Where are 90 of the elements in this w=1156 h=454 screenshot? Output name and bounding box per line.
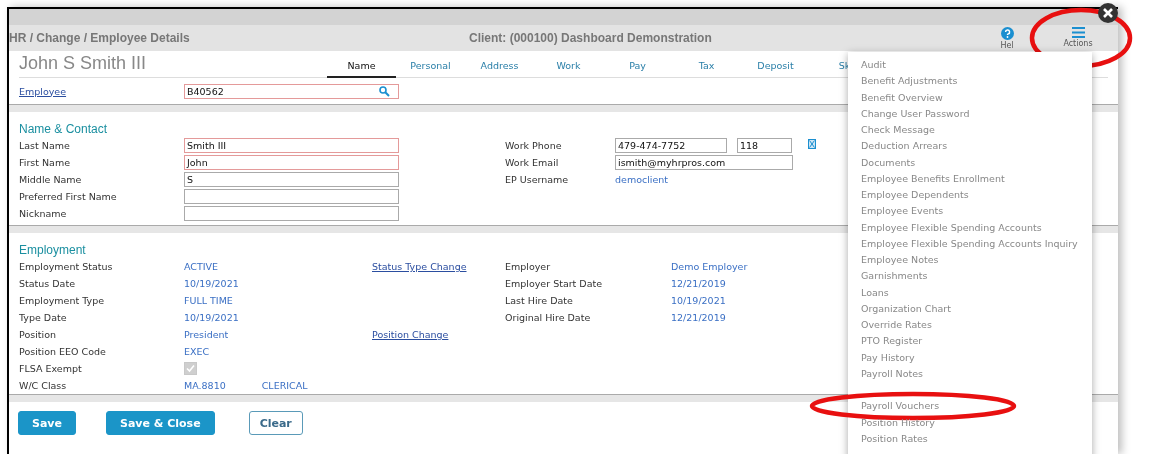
field-value: ACTIVE — [184, 261, 219, 272]
field-label: First Name — [19, 157, 71, 168]
change-link[interactable]: Position Change — [372, 329, 449, 340]
menu-item[interactable]: Pay History — [848, 349, 915, 366]
field-value: 12/21/2019 — [671, 312, 726, 323]
field-value: Demo Employer — [671, 261, 748, 272]
input-field[interactable]: ismith@myhrpros.com — [615, 155, 793, 170]
input-field[interactable] — [184, 189, 399, 204]
field-value: 10/19/2021 — [184, 312, 239, 323]
tab[interactable]: Address — [465, 60, 534, 78]
menu-item[interactable]: Employee Benefits Enrollment — [848, 170, 1005, 187]
field-label: Type Date — [19, 312, 67, 323]
help-button[interactable]: Hel — [987, 27, 1027, 50]
menu-item[interactable]: Employee Flexible Spending Accounts — [848, 219, 1042, 236]
action-button[interactable]: Save — [18, 411, 76, 435]
field-value: 10/19/2021 — [671, 295, 726, 306]
field-label: EP Username — [505, 174, 569, 185]
action-button[interactable]: Save & Close — [106, 411, 215, 435]
menu-item[interactable]: PTO Register — [848, 333, 923, 350]
field-label: Employer — [505, 261, 551, 272]
x-box-icon[interactable] — [808, 138, 816, 149]
menu-item[interactable]: Check Message — [848, 122, 935, 139]
help-icon — [1000, 27, 1014, 40]
field-label: Middle Name — [19, 174, 82, 185]
field-value: democlient — [615, 174, 669, 185]
menu-item[interactable]: Documents — [848, 154, 916, 171]
field-label: Work Email — [505, 157, 559, 168]
employee-search-field[interactable]: B40562 — [184, 83, 399, 99]
section-title: Name & Contact — [19, 122, 108, 137]
breadcrumb: HR / Change / Employee Details — [9, 31, 191, 45]
menu-item[interactable]: Employee Dependents — [848, 187, 969, 204]
menu-item[interactable]: Deduction Arrears — [848, 138, 948, 155]
field-value: FULL TIME — [184, 295, 233, 306]
employee-name: John S Smith III — [19, 53, 148, 75]
field-value: 12/21/2019 — [671, 278, 726, 289]
tab[interactable]: Name — [327, 60, 396, 78]
menu-item[interactable]: Employee Events — [848, 203, 944, 220]
field-label: Original Hire Date — [505, 312, 591, 323]
field-label: Preferred First Name — [19, 191, 117, 202]
menu-icon — [1071, 27, 1085, 38]
tab[interactable]: Personal — [396, 60, 465, 78]
menu-item[interactable]: Benefit Overview — [848, 89, 943, 106]
menu-item[interactable]: Audit — [848, 57, 886, 74]
menu-item[interactable]: Garnishments — [848, 268, 928, 285]
field-value: EXEC — [184, 346, 210, 357]
field-value: 10/19/2021 — [184, 278, 239, 289]
search-icon — [379, 85, 390, 97]
field-label: Last Hire Date — [505, 295, 573, 306]
section-title: Employment — [19, 243, 86, 258]
phone-field[interactable]: 479-474-7752 — [615, 138, 727, 153]
input-field[interactable] — [184, 206, 399, 221]
tab[interactable]: Work — [534, 60, 603, 78]
field-label: Employment Type — [19, 295, 105, 306]
field-label: Status Date — [19, 278, 75, 289]
field-label: FLSA Exempt — [19, 363, 82, 374]
input-field[interactable]: S — [184, 172, 399, 187]
menu-item[interactable]: Employee Notes — [848, 252, 939, 269]
extension-field[interactable]: 118 — [737, 138, 792, 153]
field-label: Position EEO Code — [19, 346, 106, 357]
field-value: MA.8810 — [184, 380, 226, 391]
menu-item[interactable]: Override Rates — [848, 317, 932, 334]
menu-item[interactable]: Organization Chart — [848, 300, 951, 317]
input-field[interactable]: John — [184, 155, 399, 170]
input-field[interactable]: Smith III — [184, 138, 399, 153]
close-button[interactable] — [1098, 3, 1118, 23]
field-label: Employer Start Date — [505, 278, 603, 289]
menu-item[interactable]: Loans — [848, 284, 889, 301]
field-label: Position — [19, 329, 56, 340]
field-label: Last Name — [19, 140, 70, 151]
menu-item[interactable]: Change User Password — [848, 105, 970, 122]
field-value: President — [184, 329, 229, 340]
client-title: Client: (000100) Dashboard Demonstration — [469, 31, 712, 45]
tab[interactable]: Tax — [672, 60, 741, 78]
field-label: Work Phone — [505, 140, 562, 151]
menu-item[interactable]: Benefit Adjustments — [848, 73, 958, 90]
field-label: Employment Status — [19, 261, 113, 272]
field-label: Nickname — [19, 208, 67, 219]
change-link[interactable]: Status Type Change — [372, 261, 467, 272]
action-button[interactable]: Clear — [248, 411, 303, 435]
menu-item[interactable]: Employee Flexible Spending Accounts Inquiry — [848, 235, 1078, 252]
tab[interactable]: Pay — [603, 60, 672, 78]
menu-item[interactable]: Position Rates — [848, 430, 928, 447]
tab[interactable]: Deposit — [741, 60, 810, 78]
employee-link[interactable]: Employee — [19, 85, 184, 97]
menu-item[interactable]: Payroll Notes — [848, 365, 923, 382]
close-icon — [1102, 7, 1114, 19]
actions-button[interactable]: Actions — [1053, 27, 1103, 50]
field-label: W/C Class — [19, 380, 67, 391]
menu-item[interactable]: Position History — [848, 414, 935, 431]
field-value: CLERICAL — [261, 380, 308, 391]
